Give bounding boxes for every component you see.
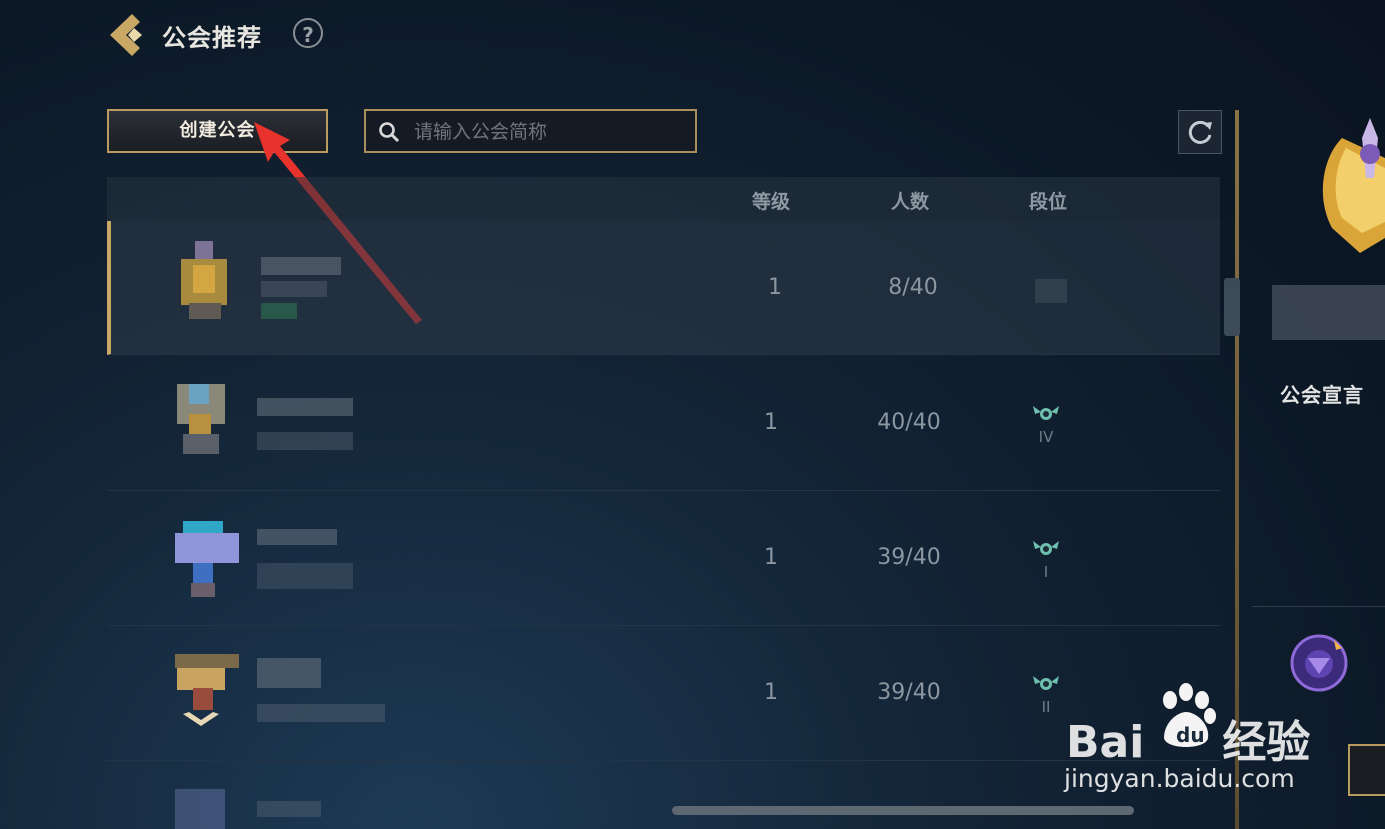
guild-row[interactable] — [107, 761, 1220, 829]
guild-name-blurred — [257, 801, 321, 817]
guild-crest-icon — [1322, 118, 1385, 253]
manifesto-title: 公会宣言 — [1280, 383, 1364, 407]
guild-row[interactable]: 1 8/40 — [107, 221, 1220, 355]
table-header: 等级 人数 段位 — [107, 177, 1220, 221]
rank-emblem-icon — [1033, 406, 1059, 420]
rank-tier: II — [1041, 698, 1051, 716]
guild-tag-blurred — [261, 281, 327, 297]
guild-row[interactable]: 1 39/40 II — [107, 626, 1220, 761]
guild-members: 39/40 — [877, 545, 941, 570]
home-indicator[interactable] — [672, 806, 1134, 815]
guild-emblem — [175, 384, 239, 468]
guild-name-blurred — [261, 257, 341, 275]
guild-level: 1 — [764, 680, 778, 705]
column-members: 人数 — [890, 191, 929, 213]
guild-emblem — [175, 789, 225, 829]
guild-table: 等级 人数 段位 1 8/40 1 40/40 IV 1 39/40 I 1 3… — [107, 177, 1220, 829]
guild-row[interactable]: 1 39/40 I — [107, 491, 1220, 626]
help-icon[interactable]: ? — [293, 18, 323, 48]
leader-avatar[interactable] — [1290, 634, 1348, 692]
refresh-button[interactable] — [1178, 110, 1222, 154]
guild-level: 1 — [768, 275, 782, 300]
join-button-partial[interactable] — [1348, 744, 1385, 796]
rank-emblem-icon — [1033, 541, 1059, 555]
guild-members: 40/40 — [877, 410, 941, 435]
guild-row[interactable]: 1 40/40 IV — [107, 356, 1220, 491]
baidu-paw-icon: du — [1163, 683, 1216, 747]
guild-level: 1 — [764, 410, 778, 435]
guild-info-blurred — [1272, 285, 1385, 340]
guild-emblem — [175, 513, 239, 597]
guild-members: 39/40 — [877, 680, 941, 705]
guild-name-blurred — [257, 398, 353, 416]
rank-tier: IV — [1038, 428, 1054, 446]
watermark-url: jingyan.baidu.com — [1064, 764, 1295, 793]
guild-tag-blurred — [257, 432, 353, 450]
guild-search-input[interactable] — [412, 117, 686, 147]
watermark-brand-a: Bai — [1066, 717, 1145, 768]
guild-name-blurred — [257, 529, 337, 545]
svg-text:du: du — [1176, 723, 1205, 747]
watermark-brand-b: 经验 — [1222, 717, 1311, 768]
emblem-banner-icon — [183, 712, 219, 726]
guild-level: 1 — [764, 545, 778, 570]
column-level: 等级 — [751, 191, 790, 213]
rank-emblem-icon — [1033, 676, 1059, 690]
list-scrollbar[interactable] — [1224, 278, 1240, 336]
rank-blurred — [1035, 279, 1067, 303]
guild-badge-blurred — [261, 303, 297, 319]
rank-tier: I — [1043, 563, 1049, 581]
panel-separator — [1252, 606, 1385, 607]
guild-members: 8/40 — [888, 275, 938, 300]
guild-emblem — [179, 241, 243, 325]
column-rank: 段位 — [1028, 191, 1067, 213]
guild-tag-blurred — [257, 704, 385, 722]
refresh-icon — [1188, 120, 1212, 144]
guild-tag-blurred — [257, 563, 353, 589]
guild-name-blurred — [257, 658, 321, 688]
back-icon[interactable] — [104, 12, 148, 58]
page-title: 公会推荐 — [162, 24, 262, 52]
